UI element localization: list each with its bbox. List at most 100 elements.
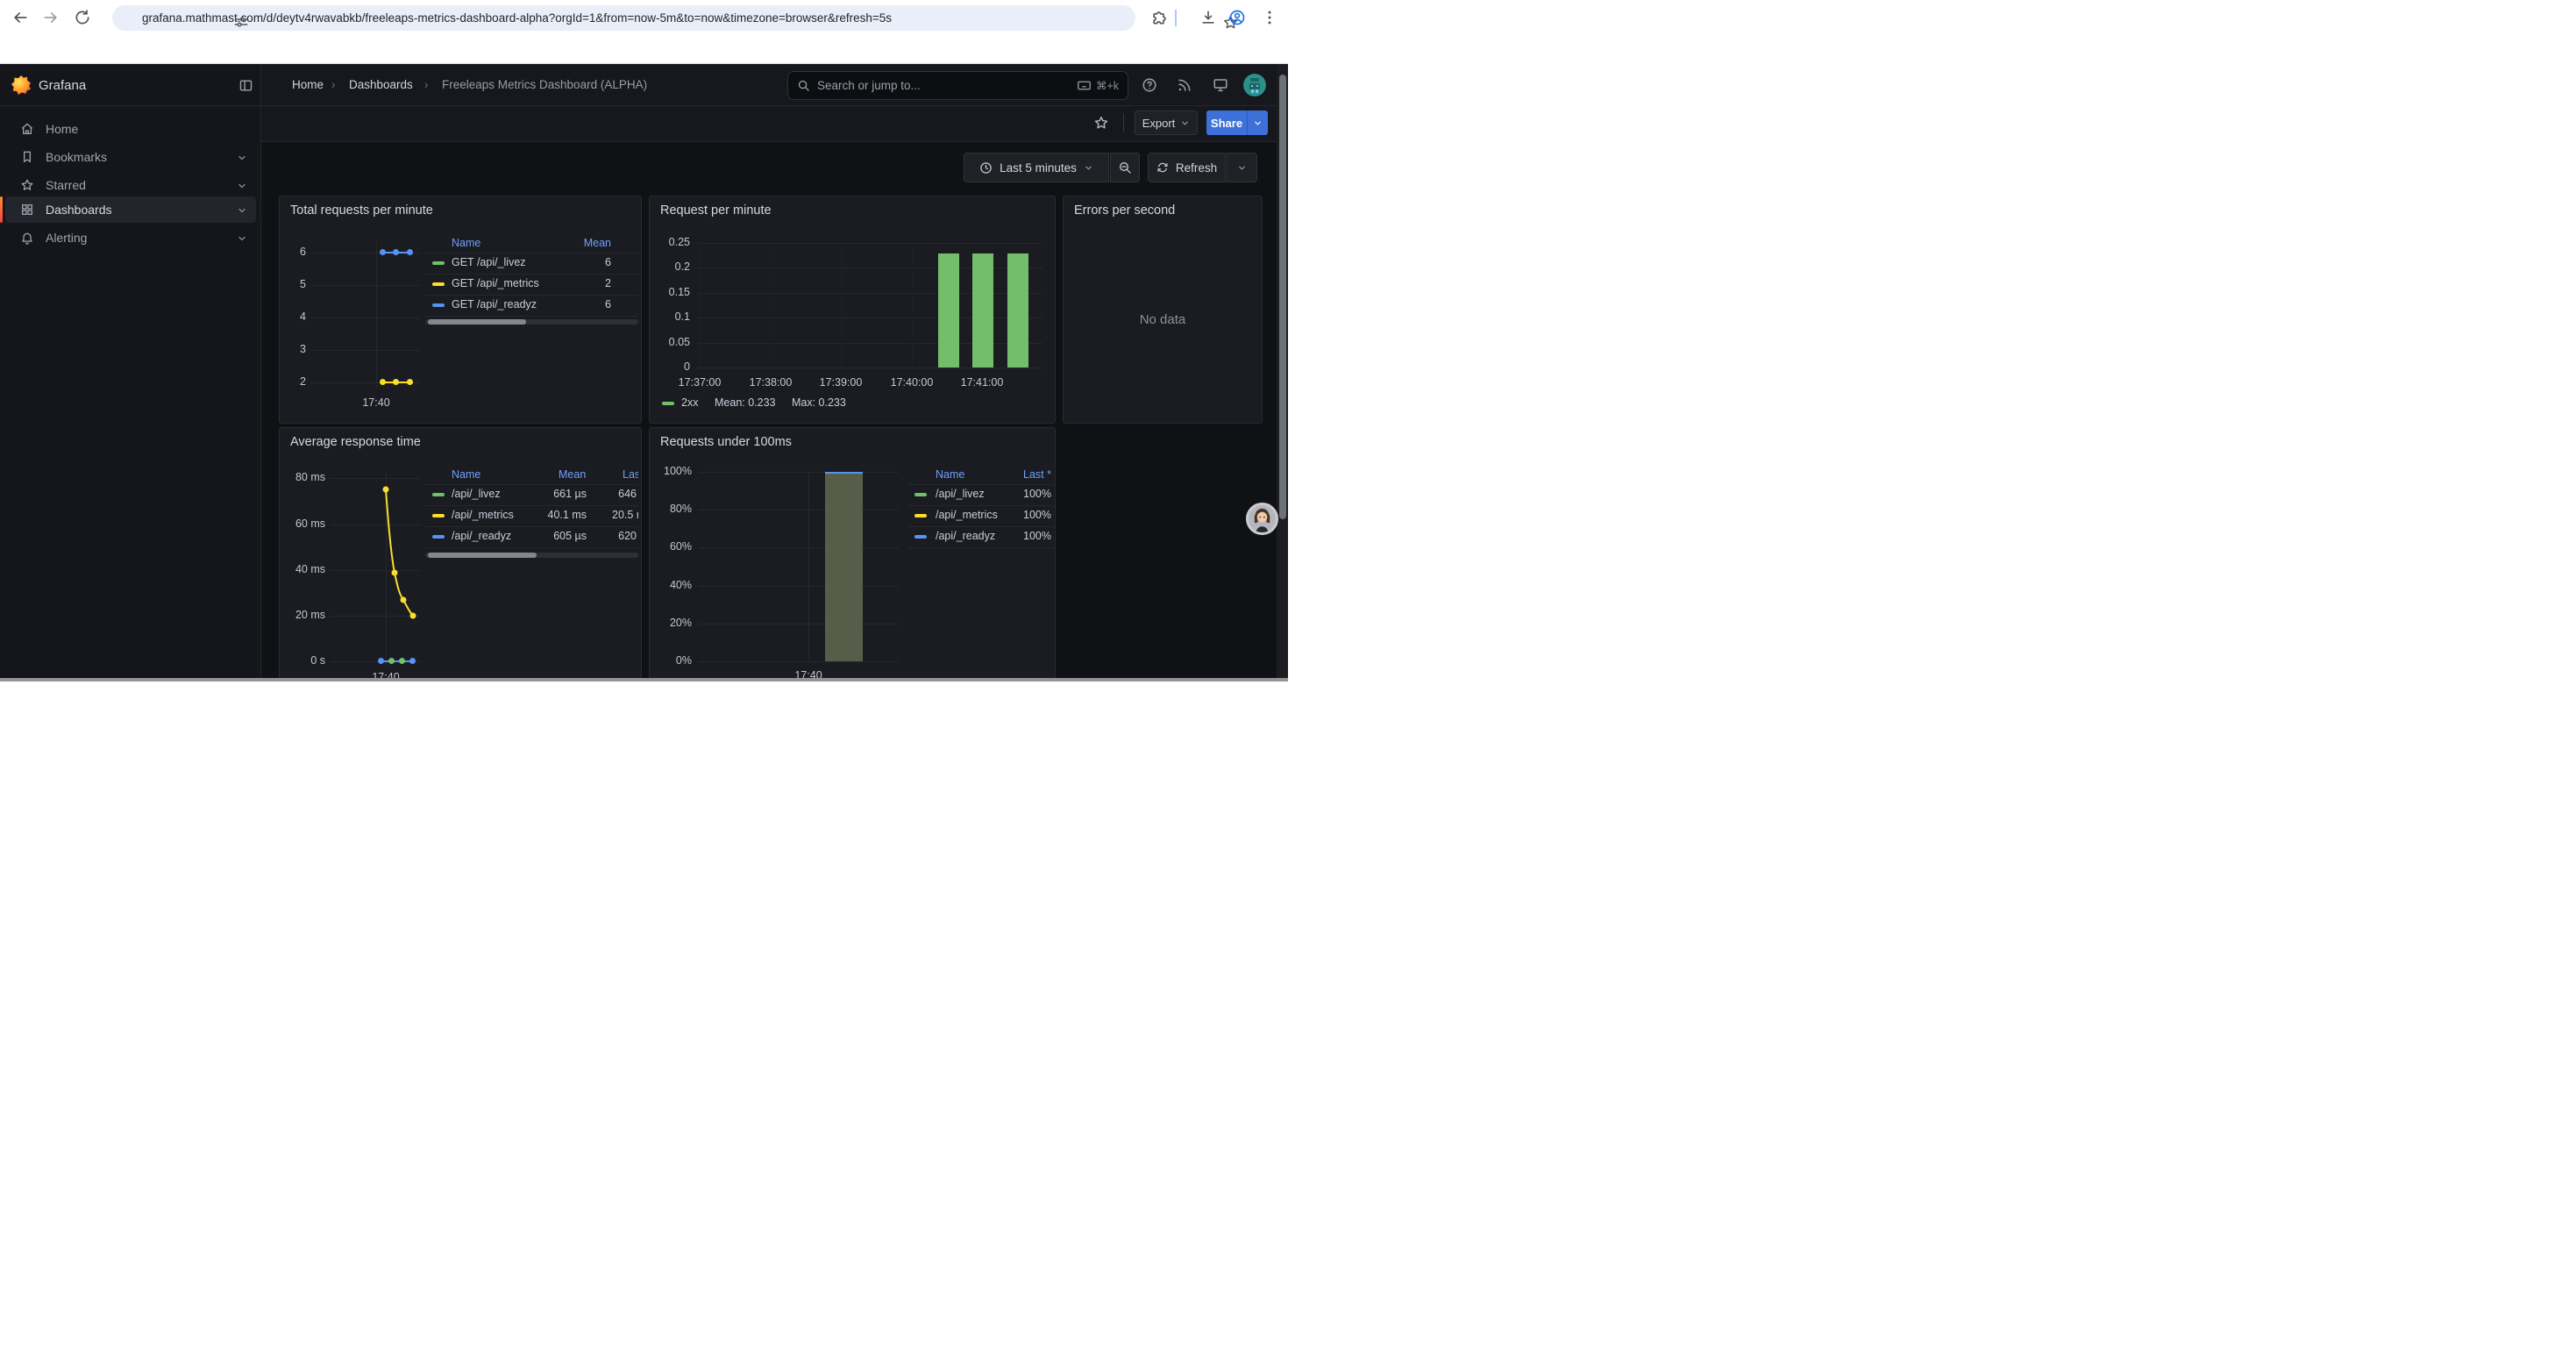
assistant-avatar[interactable]: [1246, 503, 1278, 535]
sidebar-item-dashboards[interactable]: Dashboards: [5, 196, 256, 223]
panel-request-per-minute[interactable]: Request per minute 0.25 0.2 0.15 0.1 0.0…: [649, 196, 1056, 424]
search-input[interactable]: Search or jump to... ⌘+k: [787, 71, 1128, 100]
share-button[interactable]: Share: [1206, 111, 1247, 135]
sidebar-item-alerting[interactable]: Alerting: [5, 225, 256, 251]
address-bar[interactable]: grafana.mathmast.com/d/deytv4rwavabkb/fr…: [112, 5, 1135, 31]
legend-scrollbar[interactable]: [425, 319, 638, 325]
chevron-down-icon[interactable]: [237, 204, 247, 215]
panel-title[interactable]: Request per minute: [660, 203, 772, 218]
panel-requests-under-100ms[interactable]: Requests under 100ms 100% 80% 60% 40% 20…: [649, 427, 1056, 682]
refresh-interval-dropdown[interactable]: [1227, 153, 1257, 182]
series-color-pill[interactable]: [432, 303, 445, 307]
sidebar-item-bookmarks[interactable]: Bookmarks: [5, 144, 256, 170]
refresh-button[interactable]: Refresh: [1148, 153, 1226, 182]
legend-series-mean: 6: [605, 256, 611, 268]
panel-title[interactable]: Total requests per minute: [290, 203, 433, 218]
share-dropdown-button[interactable]: [1247, 111, 1268, 135]
legend-series-name[interactable]: /api/_livez: [936, 488, 985, 500]
legend-scrollbar-thumb[interactable]: [428, 553, 537, 558]
panel-errors-per-second[interactable]: Errors per second No data: [1063, 196, 1263, 424]
time-range-picker[interactable]: Last 5 minutes: [964, 153, 1109, 182]
zoom-out-time-button[interactable]: [1110, 153, 1140, 182]
chevron-down-icon[interactable]: [237, 180, 247, 190]
favorite-star-icon[interactable]: [1093, 115, 1109, 131]
legend-col-mean[interactable]: Mean: [584, 237, 611, 249]
legend-series-name[interactable]: GET /api/_readyz: [452, 298, 537, 310]
series-color-pill[interactable]: [914, 493, 927, 496]
page-scrollbar-thumb[interactable]: [1279, 75, 1286, 519]
bookmark-icon: [20, 150, 34, 164]
bar-2xx: [972, 253, 993, 368]
legend-col-mean[interactable]: Mean: [559, 468, 586, 481]
legend-col-last[interactable]: Las: [623, 468, 638, 481]
sidebar-item-label: Home: [46, 122, 78, 136]
downloads-icon[interactable]: [1199, 9, 1217, 26]
series-color-pill[interactable]: [432, 535, 445, 539]
site-settings-icon[interactable]: [233, 14, 249, 30]
legend-series-mean: 661 µs: [539, 488, 587, 500]
profile-icon[interactable]: [1228, 9, 1246, 26]
series-color-pill[interactable]: [432, 261, 445, 265]
series-color-pill[interactable]: [432, 493, 445, 496]
data-point: [380, 379, 386, 385]
news-rss-icon[interactable]: [1177, 77, 1192, 93]
gridline: [771, 243, 772, 368]
gridline: [700, 243, 701, 368]
forward-icon[interactable]: [42, 9, 60, 26]
back-icon[interactable]: [11, 9, 29, 26]
legend-series-name[interactable]: /api/_readyz: [936, 530, 995, 542]
series-color-pill[interactable]: [432, 514, 445, 517]
breadcrumb-separator: ›: [331, 78, 336, 91]
panel-title[interactable]: Requests under 100ms: [660, 435, 792, 449]
legend-series-name[interactable]: /api/_metrics: [452, 509, 514, 521]
legend-col-name[interactable]: Name: [452, 468, 480, 481]
monitor-icon[interactable]: [1213, 77, 1228, 93]
reload-icon[interactable]: [74, 9, 91, 26]
x-tick: 17:37:00: [673, 376, 726, 389]
sidebar-item-home[interactable]: Home: [5, 116, 256, 142]
panel-title[interactable]: Errors per second: [1074, 203, 1175, 218]
legend-series-name[interactable]: GET /api/_livez: [452, 256, 526, 268]
legend-series-name[interactable]: /api/_metrics: [936, 509, 998, 521]
legend-scrollbar-thumb[interactable]: [428, 319, 526, 325]
legend-table[interactable]: Name Mean GET /api/_livez 6 GET /api/_me…: [425, 232, 638, 328]
panel-average-response-time[interactable]: Average response time 80 ms 60 ms 40 ms …: [279, 427, 642, 682]
sidebar-item-label: Dashboards: [46, 203, 112, 217]
legend-col-name[interactable]: Name: [936, 468, 964, 481]
legend-series-name[interactable]: /api/_livez: [452, 488, 501, 500]
legend-series-name[interactable]: GET /api/_metrics: [452, 277, 539, 289]
search-shortcut: ⌘+k: [1077, 78, 1119, 93]
legend-scrollbar[interactable]: [425, 553, 638, 558]
url-text[interactable]: grafana.mathmast.com/d/deytv4rwavabkb/fr…: [142, 11, 892, 25]
help-icon[interactable]: [1142, 77, 1157, 93]
legend-table[interactable]: Name Last * /api/_livez 100% /api/_metri…: [907, 463, 1056, 556]
data-point: [380, 249, 386, 255]
breadcrumb-home[interactable]: Home: [292, 78, 324, 91]
menu-kebab-icon[interactable]: [1261, 9, 1278, 26]
series-color-pill[interactable]: [662, 402, 674, 405]
chevron-down-icon[interactable]: [237, 152, 247, 162]
series-color-pill[interactable]: [914, 535, 927, 539]
panel-total-requests[interactable]: Total requests per minute 6 5 4 3 2 17:4…: [279, 196, 642, 424]
series-color-pill[interactable]: [432, 282, 445, 286]
legend-series-last: 646: [611, 488, 637, 500]
breadcrumb-current: Freeleaps Metrics Dashboard (ALPHA): [442, 78, 647, 91]
legend-series-name[interactable]: /api/_readyz: [452, 530, 511, 542]
brand-text[interactable]: Grafana: [39, 78, 86, 93]
gridline: [699, 586, 899, 587]
user-avatar[interactable]: [1243, 74, 1266, 96]
bookmarks-bar: Freeleaps 收藏博客: [0, 36, 1288, 64]
legend-series-name[interactable]: 2xx: [681, 396, 698, 409]
legend-col-last[interactable]: Last *: [1023, 468, 1051, 481]
legend-col-name[interactable]: Name: [452, 237, 480, 249]
grafana-logo[interactable]: [11, 75, 31, 95]
series-color-pill[interactable]: [914, 514, 927, 517]
chevron-down-icon[interactable]: [237, 232, 247, 243]
breadcrumb-dashboards[interactable]: Dashboards: [349, 78, 413, 91]
export-button[interactable]: Export: [1135, 111, 1198, 135]
legend-table[interactable]: Name Mean Las /api/_livez 661 µs 646 /ap…: [425, 463, 638, 563]
sidebar-item-starred[interactable]: Starred: [5, 172, 256, 198]
y-tick: 0.05: [655, 336, 690, 348]
extensions-icon[interactable]: [1150, 9, 1168, 26]
collapse-sidebar-icon[interactable]: [238, 78, 253, 93]
